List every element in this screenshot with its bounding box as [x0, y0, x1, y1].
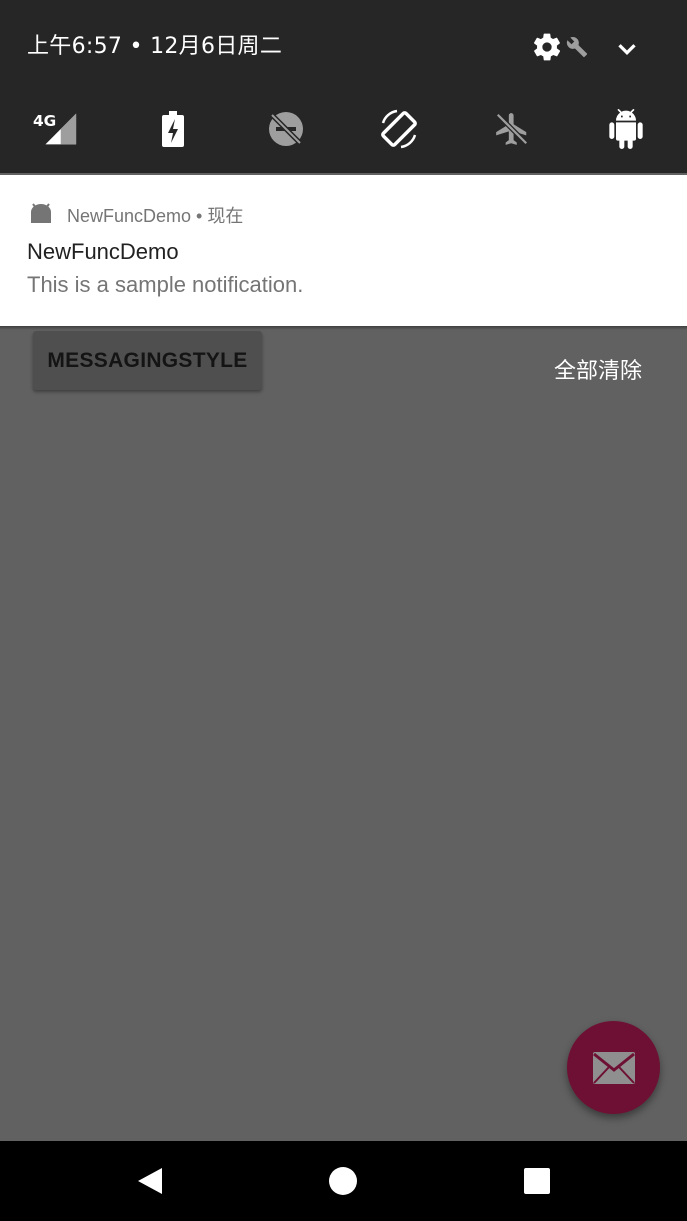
home-icon[interactable] [329, 1167, 357, 1195]
notification-shadow [0, 326, 687, 330]
recents-icon[interactable] [524, 1168, 550, 1194]
cellular-4g-icon[interactable]: 4G [32, 106, 78, 152]
battery-saver-icon[interactable] [150, 106, 196, 152]
notification-text: This is a sample notification. [27, 272, 304, 297]
screen: 上午6:57 • 12月6日周二 4G NewFuncDemo • 现在 New… [0, 0, 687, 1221]
notification-header: NewFuncDemo • 现在 [67, 206, 244, 226]
airplane-mode-off-icon[interactable] [489, 106, 535, 152]
expand-chevron-icon[interactable] [612, 34, 642, 64]
android-icon[interactable] [603, 106, 649, 152]
android-app-icon [31, 203, 51, 223]
mail-icon [592, 1051, 635, 1084]
messagingstyle-button[interactable]: MESSAGINGSTYLE [33, 331, 262, 390]
auto-rotate-icon[interactable] [376, 106, 422, 152]
quick-settings-panel [0, 0, 687, 173]
settings-icon[interactable] [531, 31, 563, 63]
do-not-disturb-off-icon[interactable] [263, 106, 309, 152]
clear-all-button[interactable]: 全部清除 [554, 353, 642, 385]
cellular-4g-label: 4G [33, 112, 56, 130]
status-datetime: 上午6:57 • 12月6日周二 [27, 34, 283, 59]
back-icon[interactable] [136, 1166, 164, 1196]
mail-fab-button[interactable] [567, 1021, 660, 1114]
notification-title: NewFuncDemo [27, 239, 179, 264]
wrench-icon [566, 37, 588, 58]
